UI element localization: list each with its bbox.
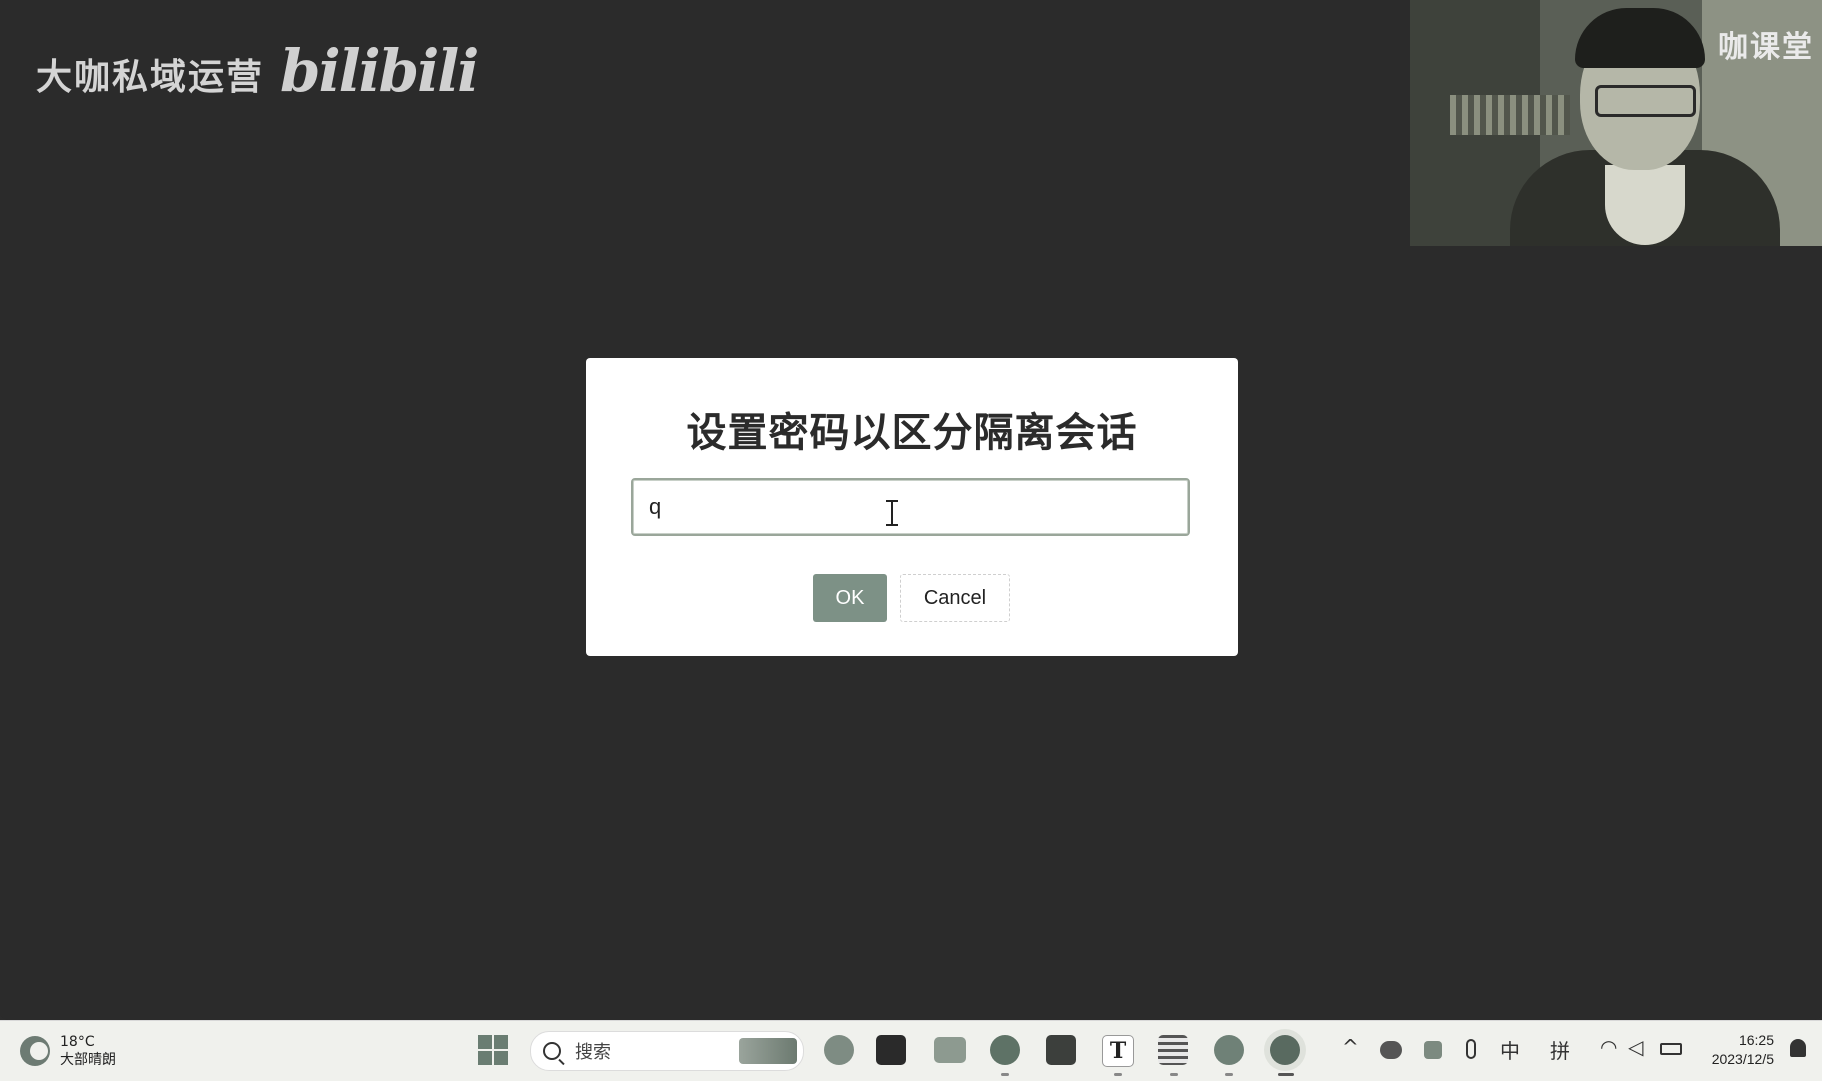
pre-app-icon[interactable] [824, 1035, 854, 1065]
weather-desc: 大部晴朗 [60, 1052, 116, 1068]
presenter-collar [1605, 165, 1685, 245]
battery-icon[interactable] [1660, 1043, 1682, 1055]
password-dialog: 设置密码以区分隔离会话 OK Cancel [586, 358, 1238, 656]
onedrive-icon[interactable] [1380, 1041, 1402, 1059]
edge-icon[interactable] [990, 1035, 1020, 1065]
taskbar: 18°C 大部晴朗 搜索 T ^ 中 拼 ◠ ◁ 16:25 2023/12/5 [0, 1020, 1822, 1081]
notepad-running-indicator [1170, 1073, 1178, 1076]
volume-icon[interactable]: ◁ [1628, 1035, 1643, 1059]
search-highlight-image [739, 1038, 797, 1064]
clock-time: 16:25 [1738, 1032, 1774, 1048]
typora-icon[interactable]: T [1102, 1035, 1134, 1067]
chrome-running-indicator [1225, 1073, 1233, 1076]
presenter-hair [1575, 8, 1705, 68]
presenter-glasses [1595, 85, 1696, 117]
folder-icon[interactable] [934, 1037, 966, 1063]
ime-mode-indicator[interactable]: 中 [1500, 1035, 1520, 1064]
chevron-up-icon[interactable]: ^ [1342, 1035, 1359, 1059]
start-icon[interactable] [478, 1035, 508, 1065]
weather-icon [20, 1036, 50, 1066]
edge-running-indicator [1001, 1073, 1009, 1076]
search-placeholder: 搜索 [575, 1042, 611, 1063]
typora-running-indicator [1114, 1073, 1122, 1076]
weather-temp: 18°C [60, 1034, 95, 1050]
watermark: 大咖私域运营 bilibili [36, 37, 479, 105]
dark-app-icon[interactable] [876, 1035, 906, 1065]
active-app-indicator [1278, 1073, 1294, 1076]
weather-widget[interactable]: 18°C 大部晴朗 [20, 1033, 116, 1069]
dev-browser-icon[interactable] [1270, 1035, 1300, 1065]
search-icon [543, 1042, 561, 1060]
watermark-channel: 大咖私域运营 [36, 57, 265, 98]
notification-bell-icon[interactable] [1790, 1039, 1806, 1057]
webcam-books [1450, 95, 1570, 135]
taskbar-search[interactable]: 搜索 [530, 1031, 804, 1071]
clock-date: 2023/12/5 [1711, 1051, 1774, 1067]
webcam-overlay: 咖课堂 [1410, 0, 1822, 246]
dialog-title: 设置密码以区分隔离会话 [686, 410, 1138, 456]
notepad-icon[interactable] [1158, 1035, 1188, 1065]
wifi-icon[interactable]: ◠ [1600, 1035, 1617, 1059]
calculator-icon[interactable] [1046, 1035, 1076, 1065]
cancel-button[interactable]: Cancel [900, 574, 1010, 622]
bilibili-logo: bilibili [280, 37, 479, 105]
ok-button[interactable]: OK [813, 574, 887, 622]
password-input[interactable] [631, 478, 1190, 536]
microphone-icon[interactable] [1466, 1039, 1476, 1059]
desktop: 大咖私域运营 bilibili 咖课堂 设置密码以区分隔离会话 OK Cance… [0, 0, 1822, 1020]
ime-type-indicator[interactable]: 拼 [1550, 1035, 1570, 1064]
webcam-brand-text: 咖课堂 [1718, 30, 1814, 65]
taskbar-clock[interactable]: 16:25 2023/12/5 [1712, 1031, 1774, 1069]
chrome-icon[interactable] [1214, 1035, 1244, 1065]
tray-app-icon[interactable] [1424, 1041, 1442, 1059]
text-cursor-icon [886, 500, 898, 526]
